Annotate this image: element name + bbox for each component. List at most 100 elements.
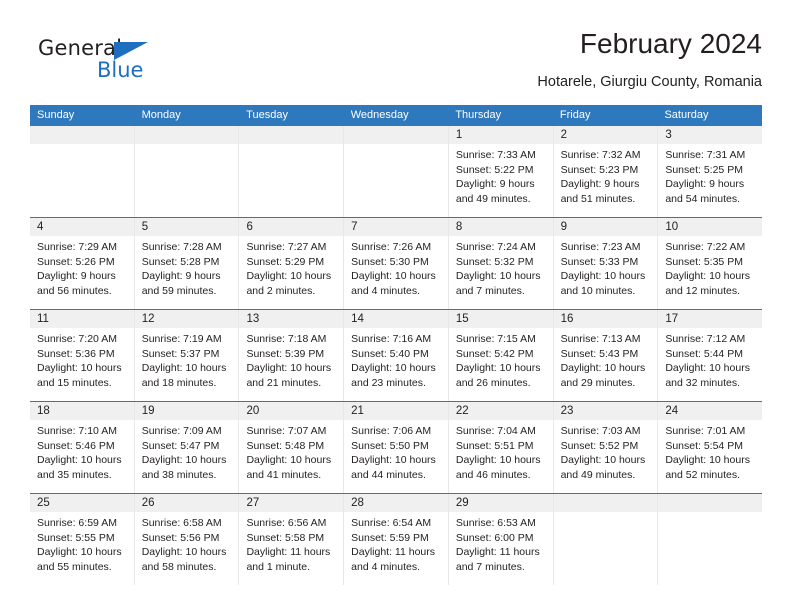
calendar-page: General Blue February 2024 Hotarele, Giu… <box>0 0 792 612</box>
day-detail-line: and 49 minutes. <box>560 468 636 481</box>
day-detail-line: Sunset: 5:39 PM <box>246 347 325 360</box>
day-detail-line: and 7 minutes. <box>455 284 525 297</box>
day-cell[interactable]: 8 Sunrise: 7:24 AM Sunset: 5:32 PM Daylight… <box>448 218 554 309</box>
day-detail-line: Sunrise: 7:04 AM <box>455 425 536 437</box>
day-cell[interactable]: 19 Sunrise: 7:09 AM Sunset: 5:47 PM Dayligh… <box>134 402 240 493</box>
day-details: Sunrise: 7:16 AM Sunset: 5:40 PM Daylight:… <box>344 328 448 390</box>
day-number: 22 <box>448 402 553 420</box>
day-detail-line: Daylight: 10 hours <box>560 270 646 283</box>
general-blue-logo[interactable]: General Blue <box>38 32 218 90</box>
day-cell[interactable]: 27 Sunrise: 6:56 AM Sunset: 5:58 PM Dayligh… <box>239 494 345 585</box>
day-detail-line: Sunset: 5:56 PM <box>141 531 220 544</box>
day-cell[interactable]: 5 Sunrise: 7:28 AM Sunset: 5:28 PM Daylight… <box>134 218 240 309</box>
day-details: Sunrise: 7:19 AM Sunset: 5:37 PM Daylight:… <box>135 328 239 390</box>
day-detail-line: Sunset: 5:58 PM <box>246 531 325 544</box>
day-cell[interactable]: 28 Sunrise: 6:54 AM Sunset: 5:59 PM Dayligh… <box>344 494 449 585</box>
day-detail-line: Sunset: 5:50 PM <box>351 439 429 452</box>
calendar-grid: Sunday Monday Tuesday Wednesday Thursday Frid… <box>30 105 763 585</box>
day-cell[interactable]: 7 Sunrise: 7:26 AM Sunset: 5:30 PM Daylight… <box>344 218 449 309</box>
day-detail-line: Sunrise: 7:10 AM <box>37 425 117 437</box>
day-detail-line: Daylight: 10 hours <box>560 362 646 375</box>
day-detail-line: Daylight: 10 hours <box>455 362 541 375</box>
day-detail-line: and 23 minutes. <box>351 376 426 389</box>
day-cell[interactable]: 29 Sunrise: 6:53 AM Sunset: 6:00 PM Dayligh… <box>448 494 554 585</box>
day-detail-line: Sunrise: 7:09 AM <box>141 425 222 437</box>
day-cell[interactable]: 2 Sunrise: 7:32 AM Sunset: 5:23 PM Daylight… <box>553 126 659 217</box>
day-details: Sunrise: 6:58 AM Sunset: 5:56 PM Daylight:… <box>135 512 239 574</box>
day-cell[interactable]: 17 Sunrise: 7:12 AM Sunset: 5:44 PM Dayligh… <box>658 310 763 401</box>
day-number <box>344 126 448 144</box>
day-cell[interactable]: 20 Sunrise: 7:07 AM Sunset: 5:48 PM Dayligh… <box>239 402 345 493</box>
day-detail-line: and 54 minutes. <box>665 192 741 205</box>
day-details: Sunrise: 7:10 AM Sunset: 5:46 PM Daylight:… <box>30 420 134 482</box>
day-cell[interactable]: 18 Sunrise: 7:10 AM Sunset: 5:46 PM Dayligh… <box>30 402 135 493</box>
day-detail-line: Sunrise: 7:18 AM <box>246 333 327 345</box>
day-details: Sunrise: 7:15 AM Sunset: 5:42 PM Daylight:… <box>449 328 553 390</box>
day-number: 9 <box>553 218 658 236</box>
day-detail-line: Sunrise: 7:32 AM <box>560 149 641 161</box>
day-cell[interactable]: 4 Sunrise: 7:29 AM Sunset: 5:26 PM Daylight… <box>30 218 135 309</box>
day-detail-line: Sunrise: 7:33 AM <box>455 149 536 161</box>
day-cell[interactable]: 9 Sunrise: 7:23 AM Sunset: 5:33 PM Daylight… <box>553 218 659 309</box>
day-cell[interactable]: 23 Sunrise: 7:03 AM Sunset: 5:52 PM Dayligh… <box>553 402 659 493</box>
day-cell[interactable]: 10 Sunrise: 7:22 AM Sunset: 5:35 PM Dayligh… <box>658 218 763 309</box>
day-number: 27 <box>239 494 344 512</box>
day-cell[interactable]: 16 Sunrise: 7:13 AM Sunset: 5:43 PM Dayligh… <box>553 310 659 401</box>
day-detail-line: Sunset: 5:35 PM <box>665 255 743 268</box>
day-detail-line: Daylight: 10 hours <box>351 362 436 375</box>
day-cell[interactable]: 15 Sunrise: 7:15 AM Sunset: 5:42 PM Dayligh… <box>448 310 554 401</box>
day-cell-empty <box>658 494 763 585</box>
day-number: 8 <box>448 218 553 236</box>
day-details: Sunrise: 7:29 AM Sunset: 5:26 PM Daylight:… <box>30 236 134 298</box>
day-cell[interactable]: 21 Sunrise: 7:06 AM Sunset: 5:50 PM Dayligh… <box>344 402 449 493</box>
day-detail-line: Daylight: 10 hours <box>37 362 122 375</box>
day-detail-line: Sunset: 5:36 PM <box>37 347 115 360</box>
day-cell[interactable]: 14 Sunrise: 7:16 AM Sunset: 5:40 PM Dayligh… <box>344 310 449 401</box>
day-number: 20 <box>239 402 344 420</box>
day-cell[interactable]: 3 Sunrise: 7:31 AM Sunset: 5:25 PM Daylight… <box>658 126 763 217</box>
day-cell[interactable]: 1 Sunrise: 7:33 AM Sunset: 5:22 PM Daylight… <box>448 126 554 217</box>
day-detail-line: Daylight: 10 hours <box>665 270 750 283</box>
day-details: Sunrise: 7:03 AM Sunset: 5:52 PM Daylight:… <box>554 420 658 482</box>
day-number: 12 <box>134 310 239 328</box>
day-number: 24 <box>658 402 763 420</box>
day-detail-line: Daylight: 10 hours <box>560 454 646 467</box>
day-number: 11 <box>30 310 134 328</box>
day-cell[interactable]: 6 Sunrise: 7:27 AM Sunset: 5:29 PM Daylight… <box>239 218 345 309</box>
day-cell[interactable]: 12 Sunrise: 7:19 AM Sunset: 5:37 PM Dayligh… <box>134 310 240 401</box>
day-cell[interactable]: 13 Sunrise: 7:18 AM Sunset: 5:39 PM Dayligh… <box>239 310 345 401</box>
day-detail-line: Sunrise: 7:13 AM <box>560 333 641 345</box>
day-number: 6 <box>239 218 344 236</box>
day-cell[interactable]: 11 Sunrise: 7:20 AM Sunset: 5:36 PM Dayligh… <box>30 310 135 401</box>
day-detail-line: Sunset: 5:32 PM <box>455 255 534 268</box>
day-number: 10 <box>658 218 763 236</box>
day-number: 17 <box>658 310 763 328</box>
day-detail-line: Daylight: 9 hours <box>665 178 745 191</box>
day-cell[interactable]: 26 Sunrise: 6:58 AM Sunset: 5:56 PM Dayligh… <box>134 494 240 585</box>
day-detail-line: Daylight: 10 hours <box>37 546 122 559</box>
day-details: Sunrise: 7:33 AM Sunset: 5:22 PM Daylight:… <box>449 144 553 206</box>
day-number: 18 <box>30 402 134 420</box>
weekday-header-friday: Friday <box>559 109 591 121</box>
day-detail-line: Sunset: 5:44 PM <box>665 347 743 360</box>
day-detail-line: Daylight: 10 hours <box>246 362 332 375</box>
day-cell[interactable]: 25 Sunrise: 6:59 AM Sunset: 5:55 PM Dayligh… <box>30 494 135 585</box>
calendar-week-row: 1 Sunrise: 7:33 AM Sunset: 5:22 PM Daylight… <box>30 125 763 217</box>
day-number: 15 <box>448 310 553 328</box>
day-details: Sunrise: 7:22 AM Sunset: 5:35 PM Daylight:… <box>658 236 762 298</box>
day-details: Sunrise: 7:12 AM Sunset: 5:44 PM Daylight:… <box>658 328 762 390</box>
day-detail-line: and 15 minutes. <box>37 376 112 389</box>
day-detail-line: Sunrise: 6:58 AM <box>141 517 222 529</box>
day-detail-line: Daylight: 9 hours <box>560 178 640 191</box>
day-number: 23 <box>553 402 658 420</box>
day-cell[interactable]: 22 Sunrise: 7:04 AM Sunset: 5:51 PM Dayligh… <box>448 402 554 493</box>
day-number: 28 <box>344 494 448 512</box>
day-cell[interactable]: 24 Sunrise: 7:01 AM Sunset: 5:54 PM Dayligh… <box>658 402 763 493</box>
day-detail-line: Daylight: 10 hours <box>351 270 436 283</box>
day-details: Sunrise: 7:09 AM Sunset: 5:47 PM Daylight:… <box>135 420 239 482</box>
day-detail-line: Daylight: 10 hours <box>455 454 541 467</box>
day-detail-line: and 32 minutes. <box>665 376 741 389</box>
day-number: 3 <box>658 126 763 144</box>
day-detail-line: Sunset: 5:40 PM <box>351 347 429 360</box>
day-detail-line: and 55 minutes. <box>37 560 112 573</box>
